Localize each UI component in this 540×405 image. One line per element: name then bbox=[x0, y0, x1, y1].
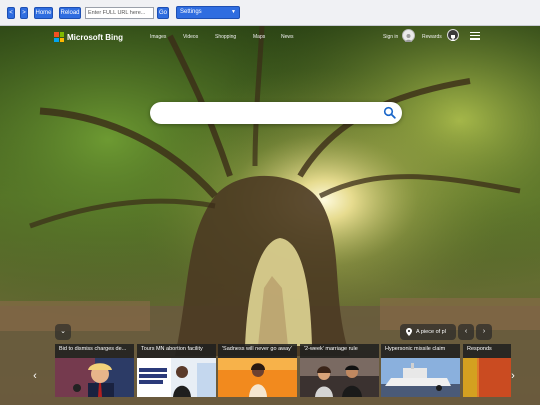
next-image-button[interactable]: › bbox=[476, 324, 492, 340]
settings-label: Settings bbox=[180, 9, 202, 15]
url-input[interactable] bbox=[85, 7, 154, 19]
location-pin-icon bbox=[406, 328, 412, 336]
news-card-title: 'Sadness will never go away' bbox=[222, 346, 292, 352]
collapse-feed-button[interactable]: ⌄ bbox=[55, 324, 71, 340]
news-card[interactable]: Bid to dismiss charges de... bbox=[55, 344, 134, 397]
search-box[interactable] bbox=[150, 102, 402, 124]
nav-news[interactable]: News bbox=[281, 34, 294, 40]
news-card-image bbox=[55, 358, 134, 397]
back-button[interactable]: < bbox=[7, 7, 15, 19]
avatar[interactable] bbox=[402, 29, 415, 42]
nav-images[interactable]: Images bbox=[150, 34, 166, 40]
news-card-title: Bid to dismiss charges de... bbox=[59, 346, 127, 352]
bing-logo[interactable]: Microsoft Bing bbox=[54, 31, 123, 43]
image-info-label: A piece of pl bbox=[416, 329, 446, 335]
news-card-title: Hypersonic missile claim bbox=[385, 346, 446, 352]
microsoft-logo-icon bbox=[54, 32, 64, 42]
news-card-image bbox=[463, 358, 511, 397]
news-card-image bbox=[381, 358, 460, 397]
news-card-image bbox=[300, 358, 379, 397]
hamburger-menu-icon[interactable] bbox=[470, 32, 480, 40]
settings-select[interactable]: Settings ▼ bbox=[176, 6, 240, 19]
rewards-trophy-icon[interactable] bbox=[447, 29, 459, 41]
news-prev-arrow[interactable]: ‹ bbox=[30, 369, 40, 383]
nav-videos[interactable]: Videos bbox=[183, 34, 198, 40]
logo-text: Microsoft Bing bbox=[67, 32, 123, 42]
nav-maps[interactable]: Maps bbox=[253, 34, 265, 40]
reload-button[interactable]: Reload bbox=[59, 7, 81, 19]
image-info-button[interactable]: A piece of pl bbox=[400, 324, 456, 340]
news-card-image bbox=[137, 358, 216, 397]
user-icon bbox=[404, 34, 413, 42]
news-card-title: '2-week' marriage rule bbox=[304, 346, 358, 352]
news-card-title: Responds bbox=[467, 346, 492, 352]
news-card[interactable]: Tours MN abortion facility bbox=[137, 344, 216, 397]
news-next-arrow[interactable]: › bbox=[508, 369, 518, 383]
signin-link[interactable]: Sign in bbox=[383, 34, 398, 40]
news-card-image bbox=[218, 358, 297, 397]
news-card[interactable]: Responds bbox=[463, 344, 511, 397]
forward-button[interactable]: > bbox=[20, 7, 28, 19]
bing-homepage: Microsoft Bing Images Videos Shopping Ma… bbox=[0, 26, 540, 405]
news-card[interactable]: 'Sadness will never go away' bbox=[218, 344, 297, 397]
news-card[interactable]: Hypersonic missile claim bbox=[381, 344, 460, 397]
nav-shopping[interactable]: Shopping bbox=[215, 34, 236, 40]
search-icon[interactable] bbox=[383, 106, 396, 119]
search-input[interactable] bbox=[160, 106, 375, 120]
chevron-down-icon: ▼ bbox=[231, 9, 236, 15]
prev-image-button[interactable]: ‹ bbox=[458, 324, 474, 340]
home-button[interactable]: Home bbox=[34, 7, 53, 19]
go-button[interactable]: Go bbox=[157, 7, 169, 19]
news-card-title: Tours MN abortion facility bbox=[141, 346, 203, 352]
rewards-link[interactable]: Rewards bbox=[422, 34, 442, 40]
news-card[interactable]: '2-week' marriage rule bbox=[300, 344, 379, 397]
browser-toolbar: < > Home Reload Go Settings ▼ bbox=[0, 0, 540, 26]
